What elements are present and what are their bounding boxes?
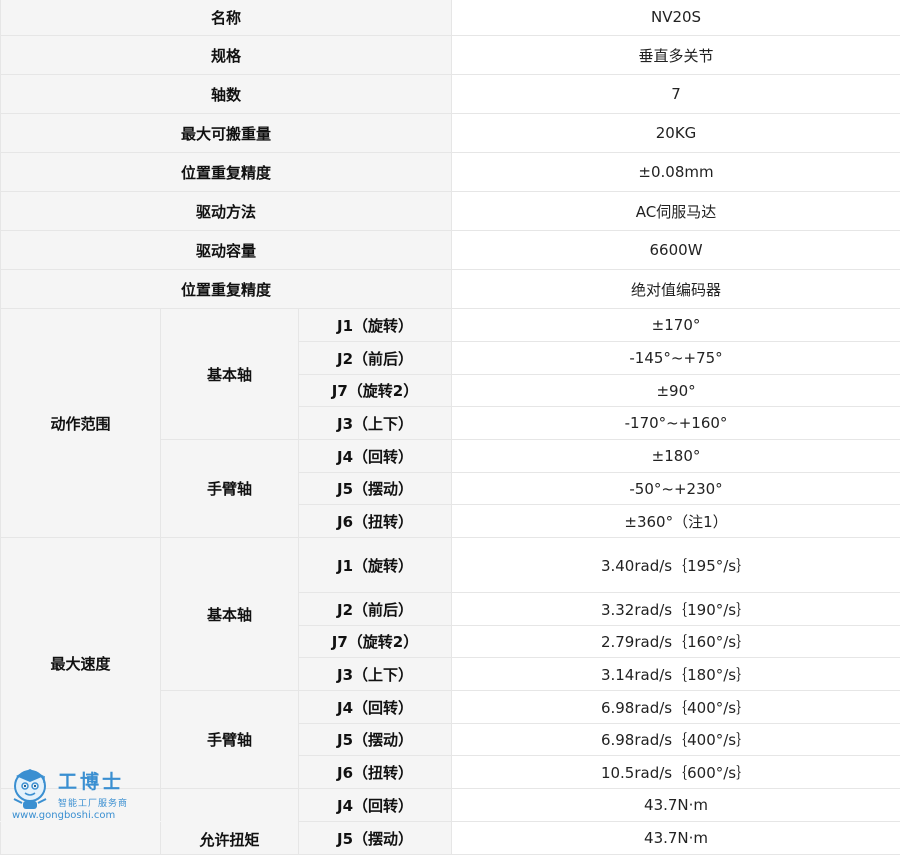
joint-label: J7（旋转2） [299,375,452,407]
spec-label: 规格 [1,36,452,75]
joint-value: ±180° [452,440,900,473]
joint-value: -170°~+160° [452,407,900,440]
max-speed-label: 最大速度 [1,538,161,789]
table-row: 驱动容量 6600W [1,231,900,270]
joint-value: -50°~+230° [452,473,900,505]
spec-value: 6600W [452,231,900,270]
joint-label: J5（摆动） [299,724,452,756]
joint-value: 6.98rad/s｛400°/s｝ [452,691,900,724]
spec-value: 7 [452,75,900,114]
spec-value: AC伺服马达 [452,192,900,231]
table-row: 允许扭矩 J4（回转） 43.7N·m [1,789,900,822]
basic-axis-label: 基本轴 [161,309,299,440]
joint-value: ±170° [452,309,900,342]
watermark-brand: 工博士 [58,767,128,794]
joint-value: 43.7N·m [452,789,900,822]
table-row: 名称 NV20S [1,0,900,36]
joint-value: 3.40rad/s｛195°/s｝ [452,538,900,593]
table-row: J5（摆动） 43.7N·m [1,822,900,855]
table-row: 最大速度 基本轴 J1（旋转） 3.40rad/s｛195°/s｝ [1,538,900,593]
joint-label: J1（旋转） [299,538,452,593]
joint-label: J5（摆动） [299,473,452,505]
watermark-subtitle: 智能工厂服务商 [58,796,128,809]
joint-label: J6（扭转） [299,756,452,789]
joint-value: 43.7N·m [452,822,900,855]
spec-label: 驱动方法 [1,192,452,231]
joint-value: ±90° [452,375,900,407]
joint-label: J4（回转） [299,440,452,473]
mascot-logo-icon [8,764,56,812]
joint-value: -145°~+75° [452,342,900,375]
spec-label: 最大可搬重量 [1,114,452,153]
joint-label: J7（旋转2） [299,626,452,658]
joint-value: 2.79rad/s｛160°/s｝ [452,626,900,658]
joint-value: 3.14rad/s｛180°/s｝ [452,658,900,691]
wrist-axis-label: 手臂轴 [161,691,299,789]
basic-axis-label: 基本轴 [161,538,299,691]
spec-label: 位置重复精度 [1,270,452,309]
spec-label: 名称 [1,0,452,36]
joint-label: J4（回转） [299,789,452,822]
watermark-url: www.gongboshi.com [12,810,115,821]
joint-value: 3.32rad/s｛190°/s｝ [452,593,900,626]
joint-label: J3（上下） [299,658,452,691]
spec-value: ±0.08mm [452,153,900,192]
joint-label: J1（旋转） [299,309,452,342]
table-row: 位置重复精度 ±0.08mm [1,153,900,192]
spec-label: 位置重复精度 [1,153,452,192]
joint-label: J5（摆动） [299,822,452,855]
spec-value: 20KG [452,114,900,153]
joint-label: J3（上下） [299,407,452,440]
motion-range-label: 动作范围 [1,309,161,538]
spec-value: 垂直多关节 [452,36,900,75]
table-row: 位置重复精度 绝对值编码器 [1,270,900,309]
watermark: 工博士 智能工厂服务商 www.gongboshi.com [8,764,133,834]
joint-value: 6.98rad/s｛400°/s｝ [452,724,900,756]
table-row: 动作范围 基本轴 J1（旋转） ±170° [1,309,900,342]
table-row: 轴数 7 [1,75,900,114]
joint-value: 10.5rad/s｛600°/s｝ [452,756,900,789]
spec-value: NV20S [452,0,900,36]
table-row: 最大可搬重量 20KG [1,114,900,153]
spec-label: 轴数 [1,75,452,114]
joint-label: J6（扭转） [299,505,452,538]
joint-label: J4（回转） [299,691,452,724]
wrist-axis-label: 手臂轴 [161,440,299,538]
joint-label: J2（前后） [299,593,452,626]
spec-table: 名称 NV20S 规格 垂直多关节 轴数 7 最大可搬重量 20KG 位置重复精… [0,0,900,855]
joint-value: ±360°（注1） [452,505,900,538]
joint-label: J2（前后） [299,342,452,375]
spec-value: 绝对值编码器 [452,270,900,309]
table-row: 规格 垂直多关节 [1,36,900,75]
spec-label: 驱动容量 [1,231,452,270]
table-row: 驱动方法 AC伺服马达 [1,192,900,231]
